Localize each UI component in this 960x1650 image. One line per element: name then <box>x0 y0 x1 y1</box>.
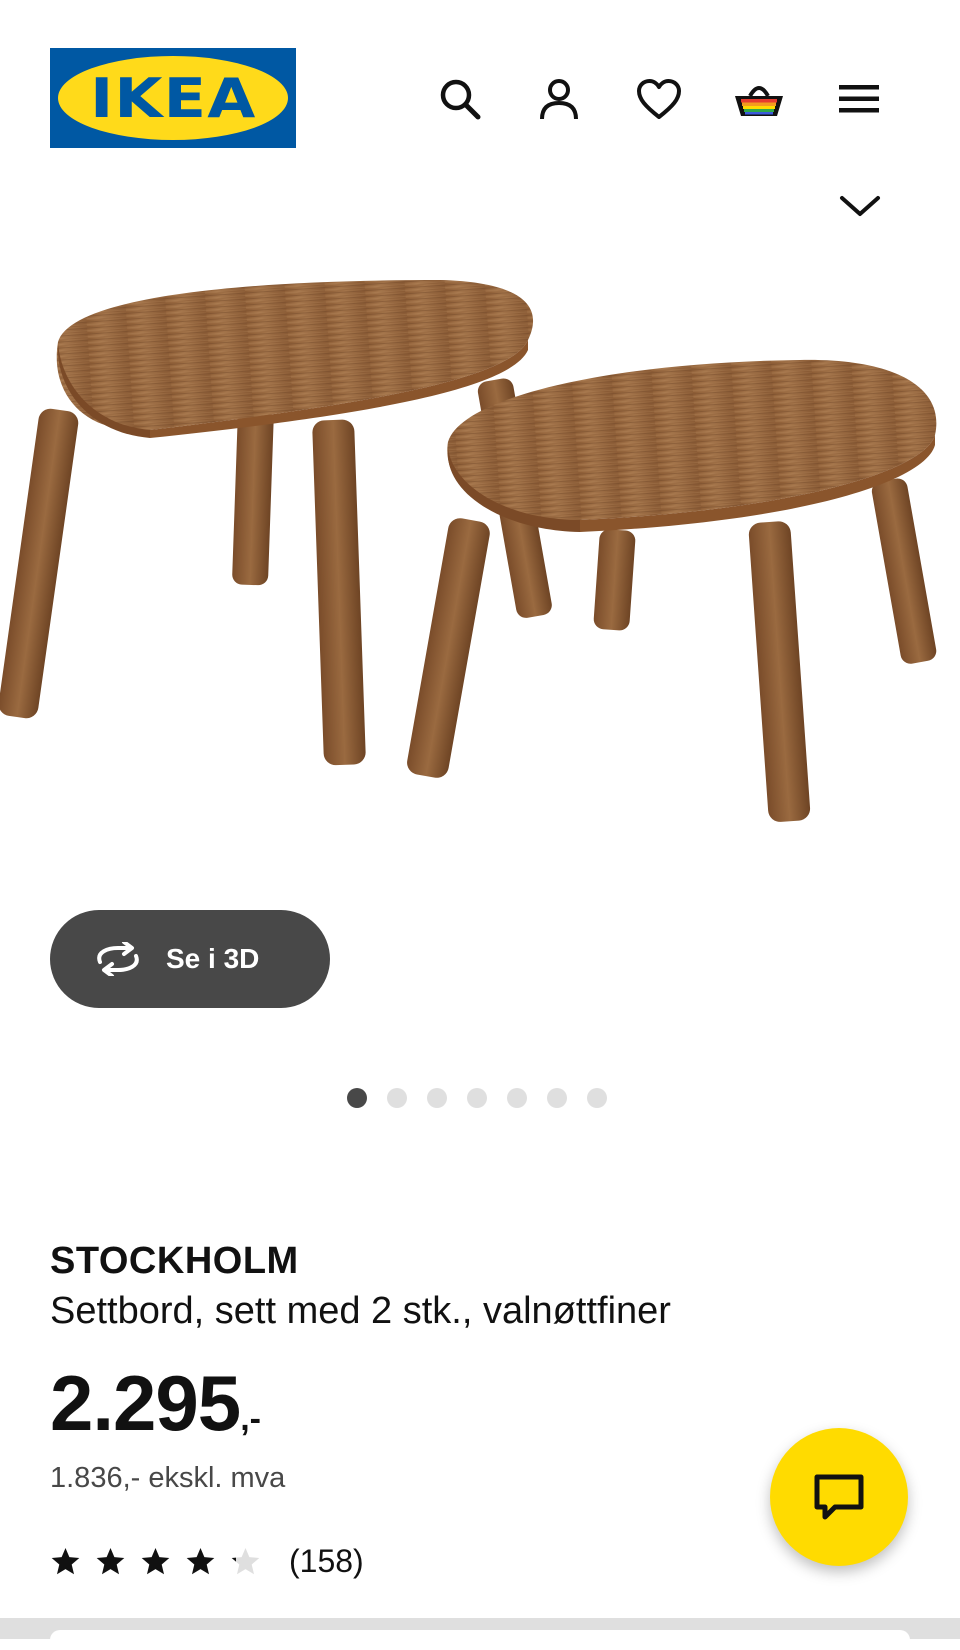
star-icon <box>51 1547 80 1575</box>
product-description: Settbord, sett med 2 stk., valnøttfiner <box>50 1290 671 1332</box>
review-count: (158) <box>289 1543 364 1579</box>
star-icon <box>141 1547 170 1575</box>
header: IKEA <box>0 0 960 150</box>
pagination-dot[interactable] <box>347 1088 367 1108</box>
logo-text: IKEA <box>89 66 257 130</box>
bottom-sheet-handle[interactable] <box>50 1630 910 1650</box>
rating[interactable]: (158) <box>50 1543 364 1580</box>
star-half-icon <box>231 1547 260 1575</box>
logo-oval: IKEA <box>58 56 288 140</box>
star-icon <box>186 1547 215 1575</box>
view-in-3d-button[interactable]: Se i 3D <box>50 910 330 1008</box>
rating-stars <box>50 1546 261 1577</box>
chat-icon <box>814 1474 864 1520</box>
view-in-3d-label: Se i 3D <box>166 943 260 974</box>
pagination-dot[interactable] <box>427 1088 447 1108</box>
star-icon <box>96 1547 125 1575</box>
search-icon[interactable] <box>430 69 490 129</box>
pagination-dot[interactable] <box>547 1088 567 1108</box>
product-name: STOCKHOLM <box>50 1240 299 1282</box>
product-image[interactable] <box>0 230 960 930</box>
image-pagination <box>347 1088 607 1108</box>
heart-icon[interactable] <box>629 69 689 129</box>
price: 2.295,- <box>50 1358 261 1449</box>
pagination-dot[interactable] <box>387 1088 407 1108</box>
rotate-3d-icon <box>97 942 139 976</box>
menu-icon[interactable] <box>829 69 889 129</box>
price-suffix: ,- <box>240 1400 261 1438</box>
basket-icon[interactable] <box>729 69 789 129</box>
pagination-dot[interactable] <box>467 1088 487 1108</box>
ikea-logo[interactable]: IKEA <box>50 48 296 148</box>
pagination-dot[interactable] <box>507 1088 527 1108</box>
pagination-dot[interactable] <box>587 1088 607 1108</box>
price-main: 2.295 <box>50 1359 241 1447</box>
price-excl-vat: 1.836,- ekskl. mva <box>50 1462 286 1494</box>
chat-button[interactable] <box>770 1428 908 1566</box>
user-icon[interactable] <box>529 69 589 129</box>
chevron-down-icon[interactable] <box>836 186 884 226</box>
